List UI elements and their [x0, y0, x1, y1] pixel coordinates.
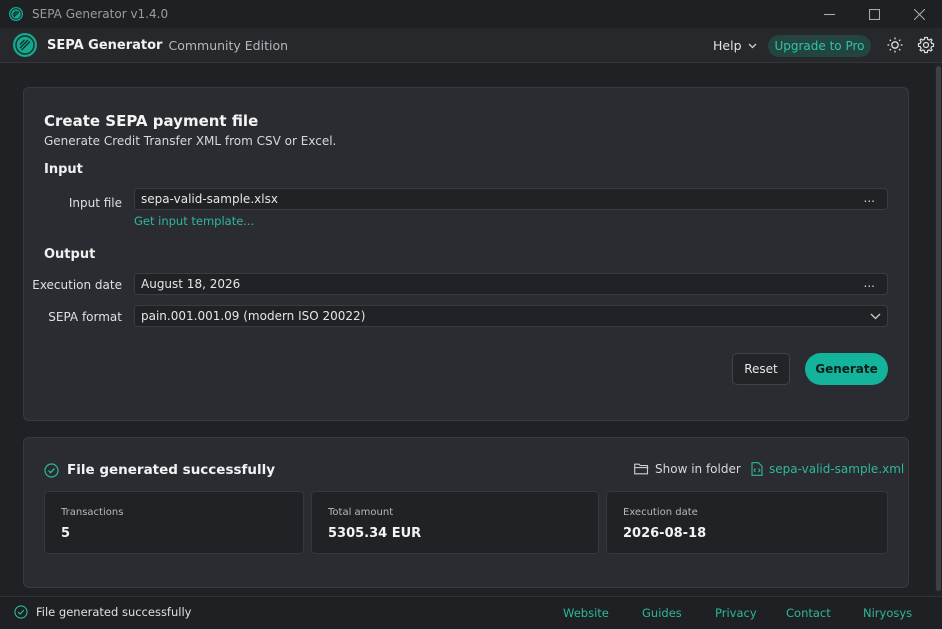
generate-button[interactable]: Generate — [805, 353, 888, 385]
upgrade-button[interactable]: Upgrade to Pro — [768, 35, 871, 57]
status-text: File generated successfully — [36, 605, 192, 619]
footer-link-niryosys[interactable]: Niryosys — [863, 606, 912, 620]
status-bar: File generated successfully Website Guid… — [0, 596, 942, 629]
form-subtitle: Generate Credit Transfer XML from CSV or… — [44, 134, 337, 148]
show-in-folder-label: Show in folder — [655, 462, 741, 476]
brand-logo-icon — [13, 33, 37, 57]
theme-sun-icon[interactable] — [886, 36, 904, 54]
minimize-icon — [824, 13, 835, 15]
result-title: File generated successfully — [67, 462, 276, 478]
help-label: Help — [713, 38, 742, 53]
payment-form-card: Create SEPA payment file Generate Credit… — [23, 87, 909, 421]
stat-label: Total amount — [328, 507, 394, 518]
stat-transactions: Transactions 5 — [44, 491, 304, 554]
stat-execution-date: Execution date 2026-08-18 — [606, 491, 888, 554]
stat-label: Execution date — [623, 507, 698, 518]
xml-file-icon — [751, 462, 763, 476]
footer-link-website[interactable]: Website — [563, 606, 609, 620]
folder-icon — [634, 463, 649, 475]
stat-value: 5 — [61, 526, 71, 541]
window-title: SEPA Generator v1.4.0 — [32, 7, 169, 21]
footer-link-guides[interactable]: Guides — [642, 606, 682, 620]
close-icon — [914, 8, 925, 20]
output-section-heading: Output — [44, 247, 96, 262]
stat-value: 2026-08-18 — [623, 526, 707, 541]
check-circle-icon — [44, 462, 59, 478]
help-menu[interactable]: Help — [713, 38, 757, 53]
footer-link-contact[interactable]: Contact — [786, 606, 831, 620]
stat-label: Transactions — [61, 507, 124, 518]
scrollbar-thumb[interactable] — [936, 66, 941, 591]
result-header: File generated successfully — [44, 462, 275, 478]
input-file-value: sepa-valid-sample.xlsx — [141, 192, 278, 206]
window-titlebar: SEPA Generator v1.4.0 — [0, 0, 942, 28]
browse-input-button[interactable]: ... — [864, 191, 875, 205]
sepa-format-select[interactable]: pain.001.001.09 (modern ISO 20022) — [134, 305, 888, 327]
execution-date-field[interactable]: August 18, 2026 ... — [134, 273, 888, 295]
show-in-folder-button[interactable]: Show in folder — [634, 462, 741, 476]
form-title: Create SEPA payment file — [44, 112, 259, 130]
window-controls — [807, 0, 942, 28]
sepa-format-value: pain.001.001.09 (modern ISO 20022) — [141, 309, 366, 323]
footer-link-privacy[interactable]: Privacy — [715, 606, 757, 620]
stat-value: 5305.34 EUR — [328, 526, 422, 541]
brand-name: SEPA Generator — [47, 37, 163, 53]
status-message: File generated successfully — [14, 605, 191, 619]
result-card: File generated successfully Show in fold… — [23, 437, 909, 588]
chevron-down-icon — [748, 43, 756, 48]
check-circle-icon — [14, 605, 28, 619]
execution-date-value: August 18, 2026 — [141, 277, 241, 291]
app-header: SEPA Generator Community Edition Help Up… — [0, 28, 942, 63]
maximize-button[interactable] — [852, 0, 897, 28]
input-template-link[interactable]: Get input template... — [134, 214, 254, 228]
reset-button[interactable]: Reset — [732, 353, 790, 385]
app-logo-icon — [9, 7, 23, 21]
input-file-field[interactable]: sepa-valid-sample.xlsx ... — [134, 188, 888, 210]
chevron-down-icon — [870, 313, 881, 320]
execution-date-label: Execution date — [32, 278, 122, 292]
maximize-icon — [869, 8, 880, 20]
generated-file-link[interactable]: sepa-valid-sample.xml — [751, 462, 904, 476]
input-section-heading: Input — [44, 162, 83, 177]
minimize-button[interactable] — [807, 0, 852, 28]
date-picker-button[interactable]: ... — [864, 276, 875, 290]
close-button[interactable] — [897, 0, 942, 28]
sepa-format-label: SEPA format — [48, 310, 122, 324]
settings-gear-icon[interactable] — [917, 36, 935, 54]
stat-total-amount: Total amount 5305.34 EUR — [311, 491, 599, 554]
edition-label: Community Edition — [168, 37, 289, 53]
input-file-label: Input file — [68, 196, 122, 210]
generated-file-name: sepa-valid-sample.xml — [769, 462, 905, 476]
